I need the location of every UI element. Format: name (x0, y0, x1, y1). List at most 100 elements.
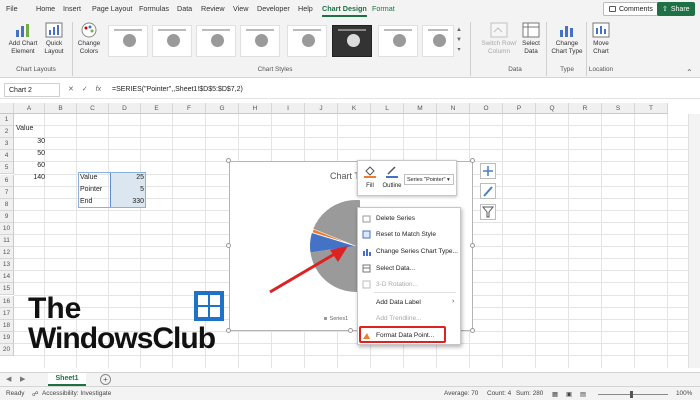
chart-legend[interactable]: Series1 (324, 316, 348, 322)
collapse-ribbon-icon[interactable]: ⌃ (686, 68, 693, 77)
column-header-a[interactable]: A (14, 103, 45, 114)
row-header-13[interactable]: 13 (0, 259, 14, 272)
tab-format[interactable]: Format (372, 4, 395, 13)
zoom-level[interactable]: 100% (676, 390, 692, 397)
chart-style-8[interactable] (422, 25, 454, 57)
fill-button[interactable]: Fill (362, 164, 378, 189)
change-colors-button[interactable]: Change Colors (76, 22, 102, 55)
resize-handle[interactable] (226, 328, 231, 333)
row-header-1[interactable]: 1 (0, 114, 14, 127)
column-header-j[interactable]: J (305, 103, 338, 114)
row-header-7[interactable]: 7 (0, 186, 14, 199)
tab-review[interactable]: Review (201, 4, 225, 13)
chart-style-1[interactable] (108, 25, 148, 57)
series-dropdown[interactable]: Series "Pointer" ▾ (404, 174, 454, 185)
column-header-l[interactable]: L (371, 103, 404, 114)
row-header-20[interactable]: 20 (0, 343, 14, 356)
resize-handle[interactable] (470, 158, 475, 163)
chart-style-4[interactable] (240, 25, 280, 57)
menu-delete-series[interactable]: Delete Series (376, 215, 415, 222)
cell-a5[interactable]: 140 (14, 174, 45, 181)
chart-style-3[interactable] (196, 25, 236, 57)
chevron-down-icon[interactable]: ▼ (455, 35, 463, 45)
cell-a3[interactable]: 50 (14, 150, 45, 157)
column-header-t[interactable]: T (635, 103, 668, 114)
name-box[interactable]: Chart 2 (4, 83, 60, 97)
row-header-11[interactable]: 11 (0, 235, 14, 248)
menu-select-data[interactable]: Select Data... (376, 265, 415, 272)
column-header-n[interactable]: N (437, 103, 470, 114)
page-layout-view-icon[interactable]: ▣ (566, 390, 572, 398)
chevron-up-icon[interactable]: ▲ (455, 25, 463, 35)
column-header-d[interactable]: D (109, 103, 141, 114)
zoom-slider[interactable] (598, 394, 668, 395)
change-chart-type-button[interactable]: Change Chart Type (550, 22, 584, 55)
row-header-17[interactable]: 17 (0, 307, 14, 320)
chart-style-2[interactable] (152, 25, 192, 57)
switch-row-column-button[interactable]: Switch Row/ Column (480, 22, 518, 55)
vertical-scrollbar[interactable] (688, 114, 700, 368)
column-header-i[interactable]: I (272, 103, 305, 114)
column-header-m[interactable]: M (404, 103, 437, 114)
chart-filters-button[interactable] (480, 204, 496, 220)
column-header-q[interactable]: Q (536, 103, 569, 114)
column-header-s[interactable]: S (602, 103, 635, 114)
tab-formulas[interactable]: Formulas (139, 4, 169, 13)
column-header-f[interactable]: F (173, 103, 206, 114)
quick-layout-button[interactable]: Quick Layout (42, 22, 66, 55)
column-header-c[interactable]: C (77, 103, 109, 114)
page-break-view-icon[interactable]: ▤ (580, 390, 586, 398)
status-accessibility[interactable]: Accessibility: Investigate (42, 390, 111, 397)
row-header-12[interactable]: 12 (0, 247, 14, 260)
tab-chart-design[interactable]: Chart Design (322, 4, 367, 17)
row-header-16[interactable]: 16 (0, 295, 14, 308)
resize-handle[interactable] (470, 328, 475, 333)
more-icon[interactable]: ▾ (455, 45, 463, 55)
resize-handle[interactable] (226, 243, 231, 248)
cell-a2[interactable]: 30 (14, 138, 45, 145)
zoom-thumb[interactable] (630, 391, 633, 398)
menu-3d-rotation[interactable]: 3-D Rotation... (376, 281, 418, 288)
menu-add-data-label[interactable]: Add Data Label (376, 299, 421, 306)
resize-handle[interactable] (348, 328, 353, 333)
chart-elements-button[interactable] (480, 163, 496, 179)
row-header-18[interactable]: 18 (0, 319, 14, 332)
row-header-9[interactable]: 9 (0, 210, 14, 223)
row-header-2[interactable]: 2 (0, 126, 14, 139)
column-header-h[interactable]: H (239, 103, 272, 114)
menu-change-series-chart-type[interactable]: Change Series Chart Type... (376, 248, 458, 255)
sheet-tab-sheet1[interactable]: Sheet1 (48, 373, 86, 386)
column-header-o[interactable]: O (470, 103, 503, 114)
tab-page-layout[interactable]: Page Layout (92, 4, 132, 13)
tab-developer[interactable]: Developer (257, 4, 290, 13)
tab-view[interactable]: View (233, 4, 248, 13)
tab-help[interactable]: Help (298, 4, 313, 13)
tab-file[interactable]: File (6, 4, 18, 13)
column-header-g[interactable]: G (206, 103, 239, 114)
row-header-14[interactable]: 14 (0, 271, 14, 284)
add-chart-element-button[interactable]: Add Chart Element (6, 22, 40, 55)
select-data-button[interactable]: Select Data (520, 22, 542, 55)
resize-handle[interactable] (226, 158, 231, 163)
row-header-4[interactable]: 4 (0, 150, 14, 163)
row-header-8[interactable]: 8 (0, 198, 14, 211)
tab-data[interactable]: Data (177, 4, 192, 13)
row-header-19[interactable]: 19 (0, 331, 14, 344)
move-chart-button[interactable]: Move Chart (590, 22, 612, 55)
chart-styles-button[interactable] (480, 183, 496, 199)
styles-scroll[interactable]: ▲ ▼ ▾ (455, 25, 463, 57)
row-header-6[interactable]: 6 (0, 174, 14, 187)
add-sheet-button[interactable]: + (100, 374, 111, 385)
row-header-10[interactable]: 10 (0, 222, 14, 235)
column-header-b[interactable]: B (45, 103, 77, 114)
resize-handle[interactable] (470, 243, 475, 248)
cell-a4[interactable]: 60 (14, 162, 45, 169)
tab-scroll-right-icon[interactable]: ▶ (20, 375, 25, 383)
column-header-r[interactable]: R (569, 103, 602, 114)
fx-icon[interactable]: fx (96, 86, 101, 93)
tab-scroll-left-icon[interactable]: ◀ (6, 375, 11, 383)
tab-home[interactable]: Home (36, 4, 55, 13)
cell-a1[interactable]: Value (16, 125, 33, 132)
chart-title[interactable]: Chart T (330, 171, 360, 181)
column-header-k[interactable]: K (338, 103, 371, 114)
